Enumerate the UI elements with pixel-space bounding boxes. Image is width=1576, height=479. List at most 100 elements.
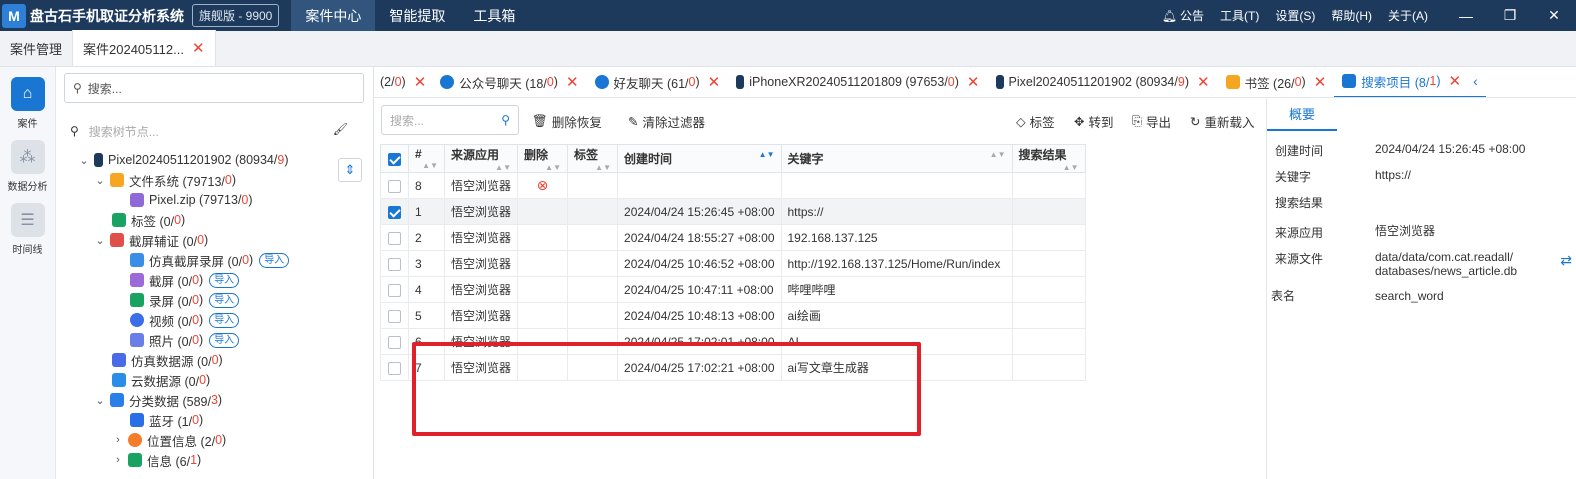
- tree-node[interactable]: 标签 (0/0): [112, 210, 185, 230]
- row-checkbox-cell[interactable]: [380, 198, 409, 225]
- row-checkbox[interactable]: [388, 231, 401, 245]
- row-checkbox[interactable]: [388, 361, 401, 375]
- col-search-result[interactable]: 搜索结果 ▲▼: [1011, 144, 1086, 173]
- collapse-all-icon[interactable]: ⇕: [338, 158, 362, 182]
- tree-node[interactable]: ⌄ 分类数据 (589/3): [94, 390, 222, 410]
- tree-node[interactable]: 仿真截屏录屏 (0/0) 导入: [130, 250, 290, 270]
- tree-node[interactable]: 截屏 (0/0) 导入: [130, 270, 240, 290]
- restore-icon[interactable]: ❐: [1488, 7, 1532, 24]
- open-file-icon[interactable]: ⇄: [1560, 252, 1572, 269]
- tree-node[interactable]: › 信息 (6/1): [112, 450, 201, 470]
- row-checkbox[interactable]: [388, 283, 401, 297]
- row-checkbox[interactable]: [388, 257, 401, 271]
- chevron-down-icon[interactable]: ⌄: [94, 234, 106, 247]
- chevron-right-icon[interactable]: ›: [112, 434, 124, 446]
- tree-node[interactable]: 仿真数据源 (0/0): [112, 350, 223, 370]
- tree-node[interactable]: ⌄ Pixel20240511201902 (80934/9): [78, 150, 289, 170]
- notice-menu[interactable]: 🔔︎ 公告: [1162, 7, 1204, 24]
- node-search-input[interactable]: ⚲ 搜索树节点... 🖌︎: [70, 122, 354, 140]
- about-menu[interactable]: 关于(A): [1388, 7, 1428, 24]
- row-checkbox[interactable]: [388, 205, 401, 219]
- col-deleted[interactable]: 删除 ▲▼: [517, 144, 569, 173]
- row-checkbox-cell[interactable]: [380, 328, 409, 355]
- row-checkbox-cell[interactable]: [380, 354, 409, 381]
- sort-icon[interactable]: ▲▼: [545, 163, 561, 172]
- tree-node[interactable]: › 位置信息 (2/0): [112, 430, 226, 450]
- tree-node[interactable]: ⌄ 文件系统 (79713/0): [94, 170, 236, 190]
- table-row[interactable]: 4 悟空浏览器 2024/04/25 10:47:11 +08:00 哔哩哔哩: [380, 276, 1086, 303]
- table-row[interactable]: 2 悟空浏览器 2024/04/24 18:55:27 +08:00 192.168.…: [380, 224, 1086, 251]
- col-tag[interactable]: 标签 ▲▼: [567, 144, 619, 173]
- tree-node[interactable]: ⌄ 截屏辅证 (0/0): [94, 230, 208, 250]
- sort-icon[interactable]: ▲▼: [595, 163, 611, 172]
- sort-icon[interactable]: ▲▼: [990, 150, 1006, 159]
- row-checkbox[interactable]: [388, 335, 401, 349]
- close-window-icon[interactable]: ✕: [1532, 7, 1576, 24]
- tag-button[interactable]: ◇ 标签: [1016, 112, 1055, 131]
- import-button[interactable]: 导入: [259, 252, 290, 268]
- delete-restore-button[interactable]: 🗑︎ 删除恢复: [532, 112, 602, 131]
- sort-icon[interactable]: ▲▼: [495, 163, 511, 172]
- tree-search-input[interactable]: ⚲ 搜索...: [64, 73, 364, 103]
- select-all-cell[interactable]: [380, 144, 409, 173]
- settings-menu[interactable]: 设置(S): [1275, 7, 1315, 24]
- left-nav-timeline[interactable]: ☰ 时间线: [0, 203, 55, 256]
- row-checkbox-cell[interactable]: [380, 250, 409, 277]
- col-source-app[interactable]: 来源应用 ▲▼: [443, 144, 519, 173]
- tools-menu[interactable]: 工具(T): [1220, 7, 1259, 24]
- close-icon[interactable]: ✕: [1448, 72, 1461, 90]
- import-button[interactable]: 导入: [209, 272, 240, 288]
- nav-toolbox[interactable]: 工具箱: [459, 0, 529, 31]
- row-checkbox-cell[interactable]: [380, 172, 409, 199]
- nav-case-center[interactable]: 案件中心: [291, 0, 376, 31]
- table-row[interactable]: 6 悟空浏览器 2024/04/25 17:02:01 +08:00 AI: [380, 328, 1086, 355]
- grid-search-input[interactable]: 搜索... ⚲: [381, 105, 519, 135]
- col-created-time[interactable]: 创建时间 ▲▼: [617, 144, 782, 173]
- tree-node[interactable]: 录屏 (0/0) 导入: [130, 290, 240, 310]
- select-all-checkbox[interactable]: [388, 152, 401, 166]
- data-tab-active[interactable]: 搜索项目 (8/1) ✕ ‹: [1334, 67, 1486, 97]
- close-icon[interactable]: ✕: [1314, 73, 1327, 91]
- chevron-left-icon[interactable]: ‹: [1473, 73, 1478, 89]
- sort-icon[interactable]: ▲▼: [422, 161, 438, 170]
- sort-icon[interactable]: ▲▼: [1063, 163, 1079, 172]
- tree-node[interactable]: 蓝牙 (1/0): [130, 410, 203, 430]
- table-row[interactable]: 3 悟空浏览器 2024/04/25 10:46:52 +08:00 http://1…: [380, 250, 1086, 277]
- tab-case-management[interactable]: 案件管理: [0, 30, 72, 66]
- clear-filter-button[interactable]: ✎ 清除过滤器: [628, 112, 705, 131]
- reload-button[interactable]: ↻ 重新载入: [1190, 112, 1255, 131]
- table-row[interactable]: 1 悟空浏览器 2024/04/24 15:26:45 +08:00 https://: [380, 198, 1086, 225]
- row-checkbox-cell[interactable]: [380, 276, 409, 303]
- tree-node[interactable]: 云数据源 (0/0): [112, 370, 210, 390]
- chevron-down-icon[interactable]: ⌄: [94, 394, 106, 407]
- sort-icon[interactable]: ▲▼: [759, 150, 775, 159]
- left-nav-case[interactable]: ⌂ 案件: [0, 77, 55, 130]
- chevron-down-icon[interactable]: ⌄: [78, 154, 90, 167]
- import-button[interactable]: 导入: [209, 312, 240, 328]
- row-checkbox-cell[interactable]: [380, 302, 409, 329]
- left-nav-analysis[interactable]: ⁂ 数据分析: [0, 140, 55, 193]
- row-checkbox[interactable]: [388, 309, 401, 323]
- help-menu[interactable]: 帮助(H): [1331, 7, 1372, 24]
- import-button[interactable]: 导入: [209, 332, 240, 348]
- col-number[interactable]: # ▲▼: [408, 144, 445, 173]
- tab-active-case[interactable]: 案件202405112... ✕: [72, 30, 216, 66]
- brush-icon[interactable]: 🖌︎: [333, 122, 348, 136]
- tree-node[interactable]: Pixel.zip (79713/0): [130, 190, 253, 210]
- goto-button[interactable]: ✥ 转到: [1074, 112, 1114, 131]
- tree-node[interactable]: 视频 (0/0) 导入: [130, 310, 240, 330]
- row-checkbox-cell[interactable]: [380, 224, 409, 251]
- close-icon[interactable]: ✕: [192, 39, 205, 57]
- tab-summary[interactable]: 概要: [1267, 98, 1337, 131]
- export-button[interactable]: ⎘ 导出: [1132, 112, 1171, 131]
- row-checkbox[interactable]: [388, 179, 401, 193]
- table-row[interactable]: 8 悟空浏览器 ⊗: [380, 172, 1086, 199]
- chevron-down-icon[interactable]: ⌄: [94, 174, 106, 187]
- table-row[interactable]: 5 悟空浏览器 2024/04/25 10:48:13 +08:00 ai绘画: [380, 302, 1086, 329]
- minimize-icon[interactable]: —: [1444, 8, 1488, 24]
- chevron-right-icon[interactable]: ›: [112, 454, 124, 466]
- table-row[interactable]: 7 悟空浏览器 2024/04/25 17:02:21 +08:00 ai写文章生成器: [380, 354, 1086, 381]
- col-keyword[interactable]: 关键字 ▲▼: [780, 144, 1013, 173]
- import-button[interactable]: 导入: [209, 292, 240, 308]
- nav-smart-extract[interactable]: 智能提取: [375, 0, 459, 31]
